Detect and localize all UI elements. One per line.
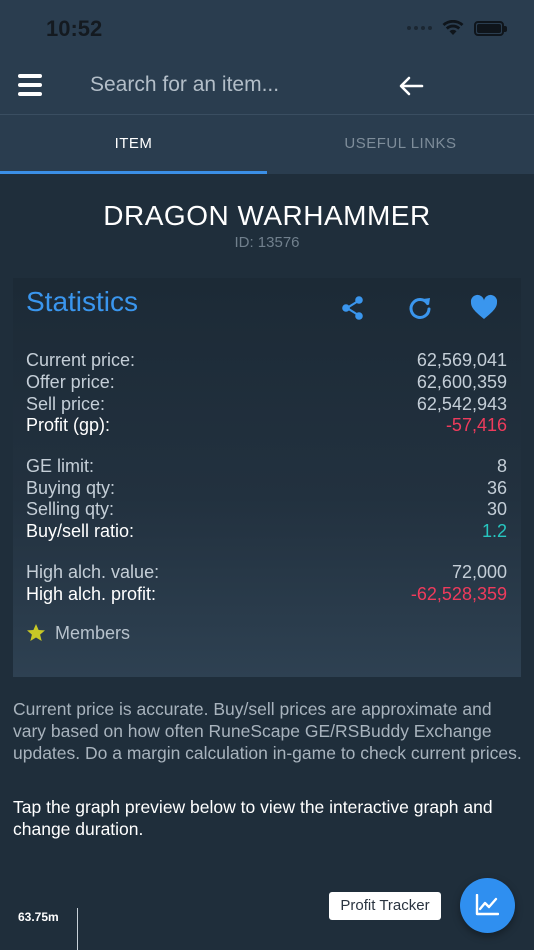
status-time: 10:52 xyxy=(46,16,103,41)
stat-label: Profit (gp): xyxy=(26,415,111,435)
stat-label: Selling qty: xyxy=(26,499,115,519)
tab-bar: ITEM USEFUL LINKS xyxy=(0,114,534,174)
stat-row-selling-qty: Selling qty: 30 xyxy=(26,499,507,521)
refresh-icon[interactable] xyxy=(406,294,434,322)
wifi-icon xyxy=(442,20,464,35)
item-name: DRAGON WARHAMMER xyxy=(103,200,431,231)
statistics-title: Statistics xyxy=(26,286,139,317)
stat-value: 62,569,041 xyxy=(416,350,507,370)
stat-row-profit: Profit (gp): -57,416 xyxy=(26,415,507,437)
toolbar xyxy=(0,58,534,114)
graph-hint: Tap the graph preview below to view the … xyxy=(13,797,493,839)
stat-row-current-price: Current price: 62,569,041 xyxy=(26,350,507,372)
profit-tracker-label[interactable]: Profit Tracker xyxy=(329,892,441,920)
menu-icon[interactable] xyxy=(18,74,42,96)
chart-icon xyxy=(475,894,499,916)
stat-value-profit: -57,416 xyxy=(445,415,507,435)
graph-y-axis[interactable] xyxy=(77,908,78,950)
stat-value-ratio: 1.2 xyxy=(481,521,507,541)
star-icon xyxy=(27,624,45,641)
stat-label: GE limit: xyxy=(26,456,95,476)
stat-value: 36 xyxy=(486,478,507,498)
stat-value: 8 xyxy=(496,456,507,476)
item-id: ID: 13576 xyxy=(234,234,300,251)
stat-label: Offer price: xyxy=(26,372,115,392)
stat-row-buying-qty: Buying qty: 36 xyxy=(26,478,507,500)
search-input[interactable] xyxy=(90,68,380,102)
stat-row-high-alch-value: High alch. value: 72,000 xyxy=(26,562,507,584)
battery-icon xyxy=(474,20,507,36)
stat-label: Sell price: xyxy=(26,394,106,414)
active-tab-indicator xyxy=(0,171,267,174)
stat-row-ge-limit: GE limit: 8 xyxy=(26,456,507,478)
heart-icon[interactable] xyxy=(470,294,498,322)
statistics-card: Statistics Current price: 62,569,041 Off… xyxy=(13,278,521,677)
stat-row-offer-price: Offer price: 62,600,359 xyxy=(26,372,507,394)
stat-row-high-alch-profit: High alch. profit: -62,528,359 xyxy=(26,584,507,606)
stat-value: 30 xyxy=(486,499,507,519)
share-icon[interactable] xyxy=(339,294,367,322)
price-accuracy-note: Current price is accurate. Buy/sell pric… xyxy=(13,699,522,763)
stat-value: 62,542,943 xyxy=(416,394,507,414)
profit-tracker-button[interactable] xyxy=(460,878,515,933)
tab-useful-links[interactable]: USEFUL LINKS xyxy=(267,115,534,175)
back-arrow-icon[interactable] xyxy=(398,74,424,98)
stat-value: 72,000 xyxy=(451,562,507,582)
stat-label: High alch. value: xyxy=(26,562,160,582)
stat-row-buy-sell-ratio: Buy/sell ratio: 1.2 xyxy=(26,521,507,543)
stat-row-sell-price: Sell price: 62,542,943 xyxy=(26,394,507,416)
status-icons xyxy=(407,20,507,36)
members-label: Members xyxy=(55,623,131,643)
stat-value-alch-profit: -62,528,359 xyxy=(410,584,507,604)
tab-item[interactable]: ITEM xyxy=(0,115,267,175)
signal-icon xyxy=(407,26,432,30)
stat-label: Buy/sell ratio: xyxy=(26,521,135,541)
status-bar: 10:52 xyxy=(0,0,534,58)
stat-label: High alch. profit: xyxy=(26,584,157,604)
stat-label: Buying qty: xyxy=(26,478,116,498)
stat-label: Current price: xyxy=(26,350,136,370)
app-header: 10:52 ITEM USEFUL LINKS xyxy=(0,0,534,174)
stat-value: 62,600,359 xyxy=(416,372,507,392)
graph-y-label[interactable]: 63.75m xyxy=(18,910,59,924)
